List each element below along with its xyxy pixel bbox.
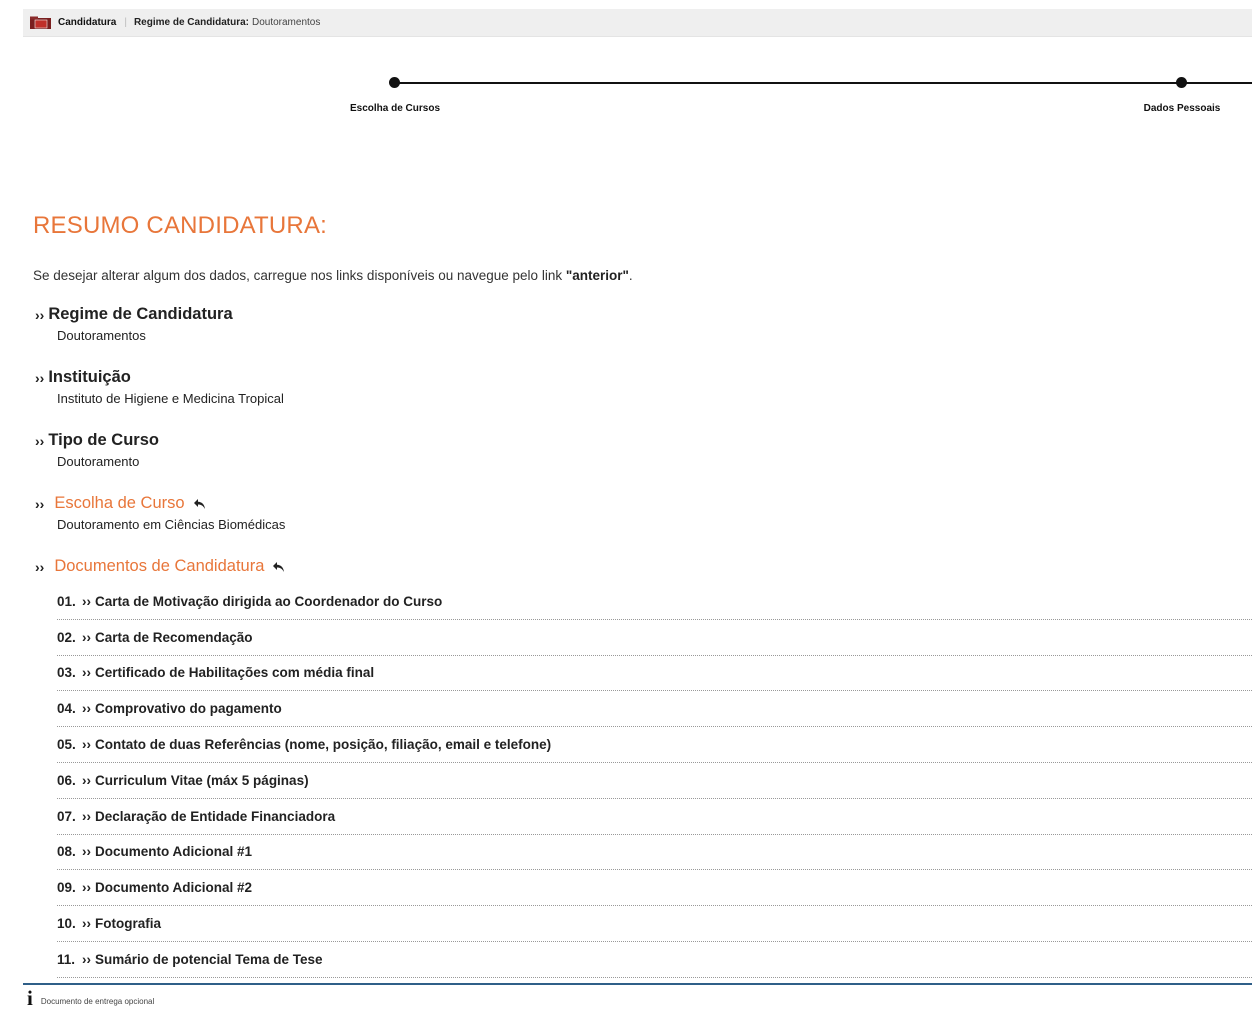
chevron-icon: ››: [82, 951, 91, 967]
document-label: Carta de Recomendação: [95, 629, 253, 645]
document-row: 08. ›› Documento Adicional #1: [57, 835, 1252, 871]
section-instituicao: ›› Instituição Instituto de Higiene e Me…: [35, 368, 284, 406]
document-label: Declaração de Entidade Financiadora: [95, 808, 336, 824]
anterior-link-text: "anterior": [565, 268, 629, 283]
section-instituicao-value: Instituto de Higiene e Medicina Tropical: [57, 391, 284, 406]
document-label: Comprovativo do pagamento: [95, 701, 282, 717]
section-documentos: ›› Documentos de Candidatura: [35, 557, 286, 576]
document-label: Fotografia: [95, 916, 161, 932]
undo-arrow-icon[interactable]: [272, 561, 286, 573]
regime-label: Regime de Candidatura:: [133, 17, 249, 28]
document-number: 09.: [57, 880, 76, 896]
chevron-icon: ››: [82, 772, 91, 788]
document-number: 08.: [57, 844, 76, 860]
document-label: Sumário de potencial Tema de Tese: [95, 951, 323, 967]
documentos-link[interactable]: Documentos de Candidatura: [54, 557, 264, 576]
document-row: 04. ›› Comprovativo do pagamento: [57, 691, 1252, 728]
stepper-line: [395, 82, 1252, 84]
section-tipo-title: Tipo de Curso: [48, 431, 159, 449]
section-escolha-value: Doutoramento em Ciências Biomédicas: [57, 517, 286, 532]
document-label: Carta de Motivação dirigida ao Coordenad…: [95, 593, 443, 609]
section-instituicao-title: Instituição: [48, 368, 131, 386]
progress-stepper: Escolha de Cursos Dados Pessoais: [0, 76, 1252, 126]
intro-message: Se desejar alterar algum dos dados, carr…: [33, 268, 566, 283]
chevron-icon: ››: [82, 844, 91, 860]
chevron-icon: ››: [82, 916, 91, 932]
document-row: 05. ›› Contato de duas Referências (nome, …: [57, 727, 1252, 763]
chevron-icon: ››: [35, 369, 45, 386]
chevron-icon: ››: [82, 880, 91, 896]
document-label: Curriculum Vitae (máx 5 páginas): [95, 772, 309, 788]
document-label: Documento Adicional #2: [95, 880, 253, 896]
document-label: Documento Adicional #1: [95, 844, 253, 860]
document-row: 02. ›› Carta de Recomendação: [57, 620, 1252, 656]
chevron-icon: ››: [35, 432, 45, 449]
optional-document-note: Documento de entrega opcional: [40, 997, 155, 1006]
section-regime: ›› Regime de Candidatura Doutoramentos: [35, 305, 233, 343]
document-number: 01.: [57, 593, 76, 609]
app-title: Candidatura: [58, 17, 117, 28]
section-escolha-header[interactable]: ›› Escolha de Curso: [35, 494, 285, 513]
section-regime-value: Doutoramentos: [57, 328, 146, 343]
breadcrumb-separator: |: [124, 17, 127, 28]
document-row: 01. ›› Carta de Motivação dirigida ao Coor…: [57, 584, 1252, 620]
folder-icon: [30, 16, 51, 29]
document-number: 03.: [57, 665, 76, 681]
document-row: 11. ›› Sumário de potencial Tema de Tese: [57, 942, 1252, 978]
chevron-icon: ››: [82, 629, 91, 645]
step-label-dados: Dados Pessoais: [1143, 103, 1221, 114]
document-row: 06. ›› Curriculum Vitae (máx 5 páginas): [57, 763, 1252, 799]
info-icon: i: [27, 986, 33, 1010]
step-dot-dados: [1176, 77, 1187, 88]
chevron-icon: ››: [82, 665, 91, 681]
chevron-icon: ››: [82, 593, 91, 609]
document-row: 09. ›› Documento Adicional #2: [57, 870, 1252, 907]
chevron-icon: ››: [35, 306, 45, 323]
section-documentos-header[interactable]: ›› Documentos de Candidatura: [35, 557, 286, 576]
chevron-icon: ››: [35, 495, 45, 512]
document-row: 10. ›› Fotografia: [57, 906, 1252, 942]
document-number: 02.: [57, 629, 76, 645]
page-title: RESUMO CANDIDATURA:: [33, 212, 328, 239]
document-label: Contato de duas Referências (nome, posiç…: [95, 737, 552, 753]
document-number: 10.: [57, 916, 76, 932]
document-label: Certificado de Habilitações com média fi…: [95, 665, 375, 681]
intro-text: Se desejar alterar algum dos dados, carr…: [33, 268, 633, 283]
footer-divider: [23, 983, 1252, 985]
document-number: 05.: [57, 737, 76, 753]
section-regime-header: ›› Regime de Candidatura: [35, 305, 233, 324]
escolha-curso-link[interactable]: Escolha de Curso: [54, 494, 184, 513]
document-row: 07. ›› Declaração de Entidade Financiadora: [57, 799, 1252, 835]
document-number: 07.: [57, 808, 76, 824]
chevron-icon: ››: [82, 737, 91, 753]
footer-note: i Documento de entrega opcional: [27, 986, 155, 1010]
regime-value: Doutoramentos: [251, 17, 321, 28]
intro-end: .: [628, 268, 633, 283]
section-tipo-value: Doutoramento: [57, 454, 140, 469]
document-number: 11.: [57, 951, 76, 967]
chevron-icon: ››: [35, 558, 45, 575]
section-tipo-header: ›› Tipo de Curso: [35, 431, 159, 450]
section-tipo: ›› Tipo de Curso Doutoramento: [35, 431, 159, 469]
chevron-icon: ››: [82, 808, 91, 824]
chevron-icon: ››: [82, 701, 91, 717]
section-regime-title: Regime de Candidatura: [48, 305, 233, 323]
document-number: 06.: [57, 772, 76, 788]
step-dot-escolha: [389, 77, 400, 88]
document-row: 03. ›› Certificado de Habilitações com méd…: [57, 656, 1252, 692]
section-instituicao-header: ›› Instituição: [35, 368, 284, 387]
step-label-escolha: Escolha de Cursos: [349, 103, 441, 114]
top-bar: Candidatura | Regime de Candidatura: Dou…: [23, 9, 1252, 37]
document-list: 01. ›› Carta de Motivação dirigida ao Coor…: [57, 584, 1252, 978]
document-number: 04.: [57, 701, 76, 717]
undo-arrow-icon[interactable]: [193, 498, 207, 510]
section-escolha: ›› Escolha de Curso Doutoramento em Ciên…: [35, 494, 285, 532]
